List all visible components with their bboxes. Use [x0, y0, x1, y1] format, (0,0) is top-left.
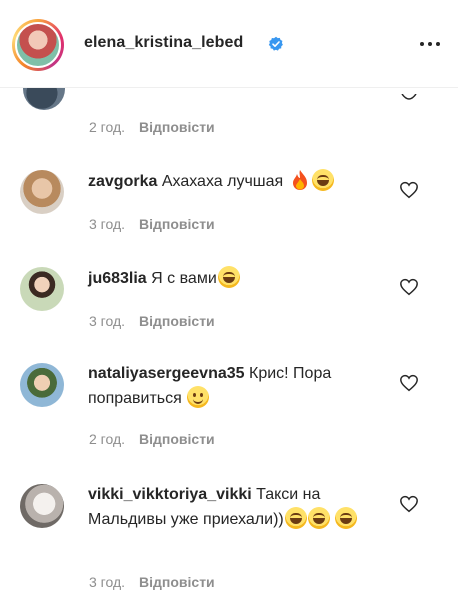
- partial-comment-avatar[interactable]: [23, 88, 65, 110]
- profile-avatar-ring[interactable]: [12, 19, 64, 71]
- laughing-emoji-icon: [335, 507, 358, 529]
- comments-list[interactable]: 2 год. Відповісти zavgorka Ахахаха лучшая…: [0, 88, 458, 600]
- comment-body: Я с вами: [151, 270, 217, 287]
- heart-outline-icon[interactable]: [399, 278, 419, 296]
- commenter-avatar[interactable]: [20, 484, 64, 528]
- reply-button[interactable]: Відповісти: [139, 119, 215, 135]
- profile-avatar[interactable]: [15, 22, 61, 68]
- comment-time: 3 год.: [89, 313, 126, 329]
- commenter-avatar[interactable]: [20, 363, 64, 407]
- comment-username[interactable]: ju683lia: [88, 270, 147, 287]
- comment-meta: 2 год. Відповісти: [89, 431, 215, 447]
- comment-time: 2 год.: [89, 431, 126, 447]
- comment-text: nataliyasergeevna35 Крис! Пора поправить…: [88, 362, 388, 411]
- comment-meta: 3 год. Відповісти: [89, 574, 215, 590]
- reply-button[interactable]: Відповісти: [139, 574, 215, 590]
- comment-username[interactable]: nataliyasergeevna35: [88, 365, 245, 382]
- reply-button[interactable]: Відповісти: [139, 216, 215, 232]
- comment-meta: 3 год. Відповісти: [89, 216, 215, 232]
- post-header: elena_kristina_lebed: [0, 0, 458, 88]
- commenter-avatar[interactable]: [20, 267, 64, 311]
- header-username[interactable]: elena_kristina_lebed: [84, 34, 243, 52]
- comment-time: 3 год.: [89, 574, 126, 590]
- heart-outline-icon[interactable]: [399, 495, 419, 513]
- comment-text: vikki_vikktoriya_vikki Такси на Мальдивы…: [88, 483, 388, 532]
- fire-emoji-icon: [289, 169, 311, 191]
- smiling-emoji-icon: [187, 386, 210, 408]
- commenter-avatar[interactable]: [20, 170, 64, 214]
- laughing-emoji-icon: [217, 266, 240, 288]
- partial-comment-meta: 2 год. Відповісти: [89, 119, 215, 135]
- heart-outline-icon[interactable]: [399, 374, 419, 392]
- comment-text: ju683lia Я с вами: [88, 266, 388, 291]
- reply-button[interactable]: Відповісти: [139, 431, 215, 447]
- laughing-emoji-icon: [307, 507, 330, 529]
- comment-body: Ахахаха лучшая: [161, 173, 284, 190]
- comment-username[interactable]: vikki_vikktoriya_vikki: [88, 486, 252, 503]
- laughing-emoji-icon: [284, 507, 307, 529]
- more-horizontal-icon[interactable]: [418, 36, 442, 52]
- heart-outline-icon[interactable]: [400, 94, 418, 104]
- comment-username[interactable]: zavgorka: [88, 173, 157, 190]
- comment-text: zavgorka Ахахаха лучшая: [88, 169, 388, 194]
- comment-time: 3 год.: [89, 216, 126, 232]
- reply-button[interactable]: Відповісти: [139, 313, 215, 329]
- verified-badge-icon: [268, 36, 283, 51]
- laughing-emoji-icon: [311, 169, 334, 191]
- comment-meta: 3 год. Відповісти: [89, 313, 215, 329]
- heart-outline-icon[interactable]: [399, 181, 419, 199]
- comment-time: 2 год.: [89, 119, 126, 135]
